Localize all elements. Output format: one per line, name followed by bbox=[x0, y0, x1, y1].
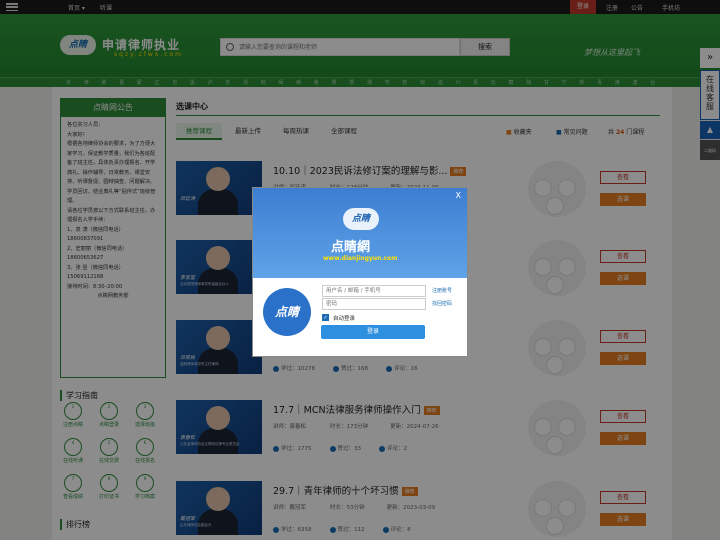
login-submit-button[interactable]: 登录 bbox=[321, 325, 425, 339]
register-account-link[interactable]: 注册账号 bbox=[432, 287, 452, 294]
login-modal: X 点睛 点睛網 www.dianjingyun.com 点睛 注册账号 找回密… bbox=[252, 187, 468, 357]
modal-brand-name: 点睛網 bbox=[331, 240, 371, 255]
close-icon[interactable]: X bbox=[456, 191, 461, 200]
modal-brand-url: www.dianjingyun.com bbox=[323, 255, 398, 262]
username-input[interactable] bbox=[322, 285, 426, 297]
password-input[interactable] bbox=[322, 298, 426, 310]
auto-login-label: 自动登录 bbox=[333, 316, 356, 322]
forgot-password-link[interactable]: 找回密码 bbox=[432, 300, 452, 307]
modal-badge: 点睛 bbox=[263, 288, 311, 336]
modal-logo: 点睛 bbox=[343, 208, 379, 230]
auto-login-checkbox[interactable]: ✓ bbox=[322, 314, 329, 321]
modal-banner: X 点睛 点睛網 www.dianjingyun.com bbox=[253, 188, 467, 278]
